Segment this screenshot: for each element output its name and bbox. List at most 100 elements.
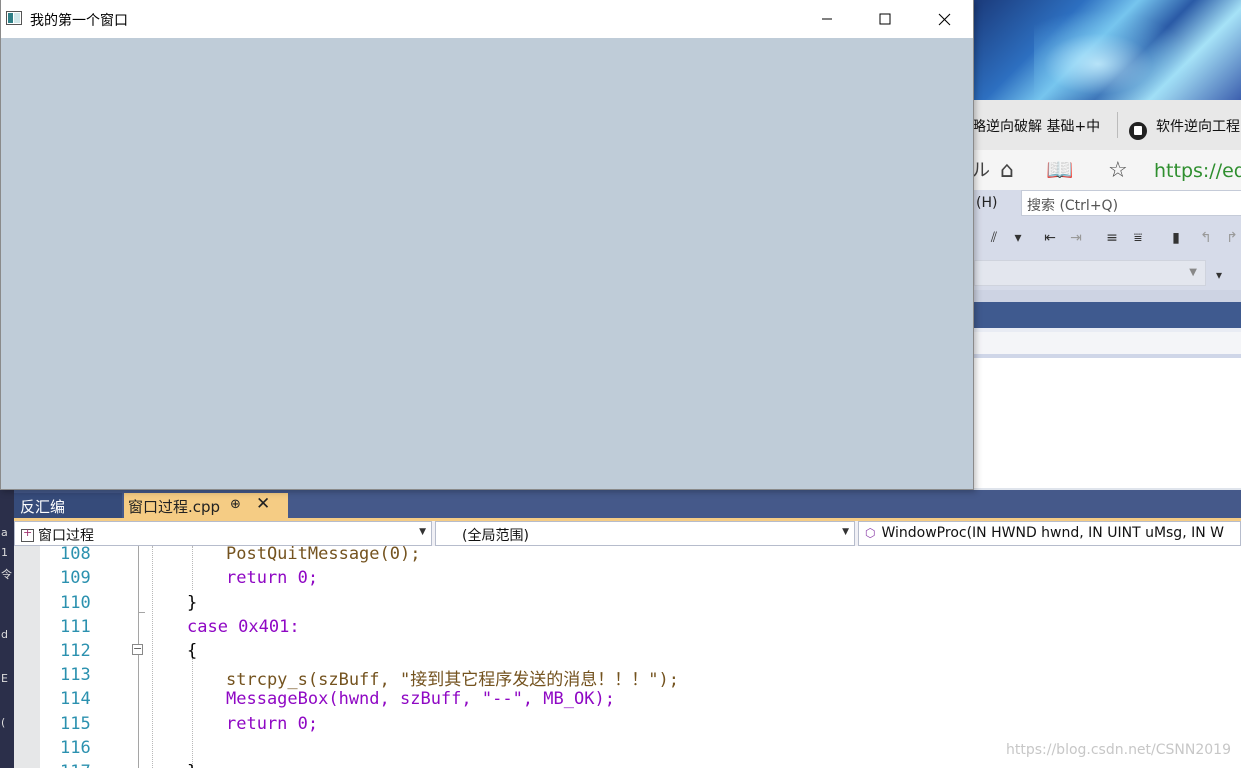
code-text: case 0x401:: [187, 617, 300, 637]
line-number: 114: [60, 689, 91, 709]
vs-panel-toolbar: [974, 332, 1241, 358]
format-icon[interactable]: ⩸: [1130, 230, 1146, 246]
vs-menu-bar: (H) 搜索 (Ctrl+Q): [974, 190, 1241, 218]
scope-label: (全局范围): [462, 528, 529, 544]
outline-line: [138, 546, 139, 768]
close-icon[interactable]: ✕: [256, 494, 270, 514]
project-icon: [21, 526, 34, 542]
code-line: MessageBox(hwnd, szBuff, "--", MB_OK);: [226, 689, 615, 709]
bookmark-icon[interactable]: ▮: [1168, 230, 1184, 246]
line-number: 117: [60, 762, 120, 768]
comment-icon[interactable]: ⫽: [986, 230, 1002, 246]
code-line: return 0;: [226, 568, 318, 588]
code-text: strcpy_s(szBuff, "接到其它程序发送的消息！！！");: [226, 670, 679, 690]
window-title: 我的第一个窗口: [30, 13, 128, 29]
code-line: strcpy_s(szBuff, "接到其它程序发送的消息！！！");: [226, 665, 679, 690]
next-bookmark-icon[interactable]: ↱: [1224, 230, 1240, 246]
toolbar-dropdown-icon[interactable]: ▾: [1010, 230, 1026, 246]
function-cube-icon: ⬡: [865, 526, 876, 540]
editor-margin: [14, 546, 40, 768]
code-line: }: [187, 593, 198, 613]
code-line: case 0x401:: [187, 617, 300, 637]
code-line: PostQuitMessage(0);: [226, 546, 420, 564]
align-left-icon[interactable]: ≡: [1104, 230, 1120, 246]
line-number: 109: [60, 568, 91, 588]
taskbar-char: 令: [1, 568, 12, 581]
tab-disassembly[interactable]: 反汇编: [14, 493, 122, 518]
vs-panel-body: [974, 358, 1241, 488]
quick-launch-search[interactable]: 搜索 (Ctrl+Q): [1021, 190, 1241, 216]
pin-icon[interactable]: ⊕: [230, 497, 241, 512]
line-number: 110: [60, 593, 91, 613]
taskbar-char: (: [1, 716, 6, 729]
line-number: 111: [60, 617, 91, 637]
maximize-button[interactable]: [856, 0, 914, 38]
overflow-icon[interactable]: ▾: [1216, 268, 1222, 282]
outline-tick: [138, 612, 145, 613]
code-editor[interactable]: 108 109 110 111 112 113 114 115 116 117 …: [14, 546, 1241, 768]
watermark: https://blog.csdn.net/CSNN2019: [1006, 742, 1231, 758]
vs-toolbar: ⫽ ▾ ⇤ ⇥ ≡ ⩸ ▮ ↰ ↱: [974, 218, 1241, 258]
chevron-down-icon: ▼: [1189, 267, 1197, 278]
browser-tab-1[interactable]: 略逆向破解 基础+中: [972, 116, 1100, 136]
function-label: WindowProc(IN HWND hwnd, IN UINT uMsg, I…: [881, 525, 1224, 541]
line-number: 113: [60, 665, 91, 685]
code-text: PostQuitMessage(0);: [226, 546, 421, 564]
project-label: 窗口过程: [38, 528, 94, 544]
favorite-star-icon[interactable]: ☆: [1108, 158, 1128, 183]
tab-divider: [1117, 112, 1118, 138]
main-window: 我的第一个窗口: [0, 0, 974, 490]
indent-icon[interactable]: ⇤: [1042, 230, 1058, 246]
back-icon[interactable]: ル: [972, 156, 990, 182]
taskbar-char: E: [1, 672, 8, 685]
help-menu[interactable]: (H): [976, 195, 997, 211]
code-text: MessageBox(hwnd, szBuff, "--", MB_OK);: [226, 689, 615, 709]
home-icon[interactable]: ⌂: [1000, 158, 1014, 183]
collapse-icon[interactable]: −: [132, 643, 143, 655]
taskbar-char: 1: [1, 546, 8, 559]
close-button[interactable]: [915, 0, 973, 38]
browser-tab-2[interactable]: 软件逆向工程: [1156, 116, 1240, 136]
taskbar-char: a: [1, 526, 8, 539]
code-text: return 0;: [226, 568, 319, 588]
desktop-wallpaper: [974, 0, 1241, 100]
minimize-icon: [822, 18, 832, 20]
close-icon: [938, 13, 950, 25]
taskbar-left-strip: a 1 令 d E (: [0, 490, 14, 768]
maximize-icon: [879, 13, 891, 25]
code-text: return 0;: [226, 714, 319, 734]
client-area[interactable]: [1, 38, 973, 489]
app-icon[interactable]: [6, 11, 22, 25]
vs-panel-header: [974, 302, 1241, 328]
minimize-button[interactable]: [798, 0, 856, 38]
vs-config-row: ▼ ▾: [974, 258, 1241, 290]
url-text[interactable]: https://edi: [1154, 160, 1241, 182]
vs-separator: [974, 290, 1241, 302]
tab-window-proc-cpp[interactable]: 窗口过程.cpp ⊕ ✕: [124, 493, 288, 518]
code-line: }: [187, 762, 197, 768]
document-tab-bar: 反汇编 窗口过程.cpp ⊕ ✕: [14, 493, 1241, 518]
indent-guide: [192, 658, 193, 768]
line-number: 112: [60, 641, 91, 661]
browser-address-bar: ル ⌂ 📖 ☆ https://edi: [972, 150, 1241, 191]
line-number: 108: [60, 546, 91, 564]
chevron-down-icon: ▼: [842, 527, 849, 537]
scope-dropdown[interactable]: (全局范围) ▼: [435, 521, 855, 546]
project-dropdown[interactable]: 窗口过程 ▼: [14, 521, 432, 546]
line-number: 115: [60, 714, 91, 734]
indent-guide: [152, 546, 153, 768]
function-dropdown[interactable]: ⬡ WindowProc(IN HWND hwnd, IN UINT uMsg, …: [858, 521, 1241, 546]
taskbar-char: d: [1, 628, 8, 641]
navigation-bar: 窗口过程 ▼ (全局范围) ▼ ⬡ WindowProc(IN HWND hwnd…: [14, 521, 1241, 546]
config-combobox[interactable]: ▼: [974, 260, 1206, 286]
browser-tab-strip: 略逆向破解 基础+中 软件逆向工程: [972, 100, 1241, 151]
site-logo-icon: [1129, 122, 1147, 140]
window-titlebar[interactable]: 我的第一个窗口: [1, 0, 973, 38]
prev-bookmark-icon[interactable]: ↰: [1198, 230, 1214, 246]
outdent-icon[interactable]: ⇥: [1068, 230, 1084, 246]
line-number: 116: [60, 738, 91, 758]
tab-label: 窗口过程.cpp: [128, 498, 221, 516]
code-line: {: [187, 641, 198, 661]
reading-view-icon[interactable]: 📖: [1046, 158, 1073, 183]
chevron-down-icon: ▼: [419, 527, 426, 537]
